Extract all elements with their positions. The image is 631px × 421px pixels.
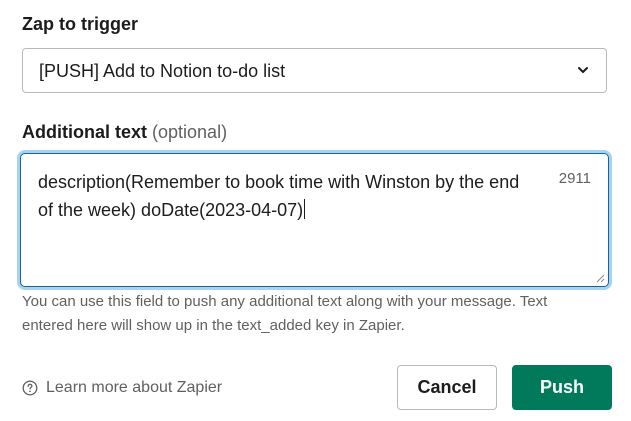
text-caret (304, 199, 306, 219)
remaining-char-count: 2911 (558, 170, 591, 187)
cancel-button[interactable]: Cancel (397, 365, 497, 410)
additional-text-help: You can use this field to push any addit… (22, 293, 548, 334)
optional-label: (optional) (152, 122, 228, 142)
zap-trigger-label: Zap to trigger (22, 14, 138, 34)
learn-more-link[interactable]: Learn more about Zapier (22, 377, 222, 399)
question-circle-icon (22, 380, 38, 396)
additional-text-textarea[interactable]: description(Remember to book time with W… (20, 153, 609, 287)
push-button[interactable]: Push (512, 365, 612, 410)
zap-select-value: [PUSH] Add to Notion to-do list (39, 61, 286, 81)
additional-text-label: Additional text (optional) (22, 120, 227, 144)
additional-text-content: description(Remember to book time with W… (38, 172, 520, 220)
chevron-down-icon (578, 67, 588, 73)
resize-handle-icon[interactable] (595, 273, 605, 283)
additional-text-value: description(Remember to book time with W… (38, 168, 528, 224)
additional-text-label-main: Additional text (22, 122, 147, 142)
zap-select-dropdown[interactable]: [PUSH] Add to Notion to-do list (22, 48, 607, 93)
learn-more-label: Learn more about Zapier (46, 379, 223, 396)
push-to-zapier-form: Zap to trigger [PUSH] Add to Notion to-d… (0, 0, 631, 421)
